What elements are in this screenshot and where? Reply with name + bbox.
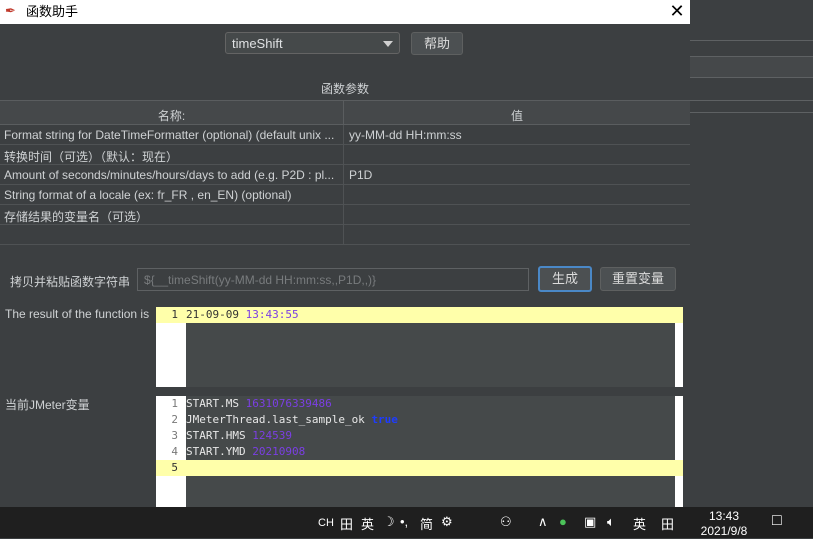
param-name: String format of a locale (ex: fr_FR , e… [4, 188, 292, 202]
function-string-field[interactable]: ${__timeShift(yy-MM-dd HH:mm:ss,,P1D,,)} [137, 268, 529, 291]
param-name: 转换时间（可选）（默认：现在） [4, 150, 179, 164]
dialog-title: 函数助手 [26, 4, 79, 19]
table-row[interactable]: Format string for DateTimeFormatter (opt… [0, 125, 690, 145]
editor-line: 4 START.YMD 20210908 [171, 445, 306, 458]
function-select-value: timeShift [232, 36, 283, 51]
params-title: 函数参数 [320, 82, 369, 96]
generate-button[interactable]: 生成 [538, 266, 592, 292]
result-editor[interactable]: 1 21-09-09 13:43:55 [156, 307, 683, 387]
table-row[interactable]: 存储结果的变量名（可选） [0, 205, 690, 225]
dialog-titlebar: ✒ 函数助手 ✕ [0, 0, 690, 24]
table-row[interactable]: 转换时间（可选）（默认：现在） [0, 145, 690, 165]
param-value[interactable]: yy-MM-dd HH:mm:ss [349, 128, 684, 142]
gear-icon[interactable]: ⚙ [441, 514, 453, 530]
grid-icon[interactable]: 田 [340, 514, 353, 533]
jmeter-vars-editor[interactable]: 1 START.MS 1631076339486 2 JMeterThread.… [156, 396, 683, 507]
ime-ch-indicator[interactable]: CH [318, 517, 334, 529]
params-table-header: 名称: 值 [0, 100, 690, 125]
background-window [690, 0, 813, 507]
reset-variables-button[interactable]: 重置变量 [600, 267, 676, 291]
param-value[interactable]: P1D [349, 168, 684, 182]
feather-icon: ✒ [5, 3, 16, 18]
param-name: Format string for DateTimeFormatter (opt… [4, 128, 335, 142]
param-name: Amount of seconds/minutes/hours/days to … [4, 168, 335, 182]
jmeter-vars-label: 当前JMeter变量 [5, 398, 90, 412]
network-icon[interactable]: ▣ [584, 514, 596, 530]
table-row[interactable]: Amount of seconds/minutes/hours/days to … [0, 165, 690, 185]
editor-line: 2 JMeterThread.last_sample_ok true [171, 413, 398, 426]
notification-icon[interactable]: □ [772, 512, 782, 530]
clock[interactable]: 13:43 2021/9/8 [696, 509, 752, 539]
header-name: 名称: [157, 109, 186, 123]
editor-line: 3 START.HMS 124539 [171, 429, 292, 442]
table-row[interactable]: String format of a locale (ex: fr_FR , e… [0, 185, 690, 205]
wechat-icon[interactable]: ● [559, 514, 567, 529]
editor-line: 1 START.MS 1631076339486 [171, 397, 332, 410]
table-row[interactable] [0, 225, 690, 245]
function-helper-dialog: ✒ 函数助手 ✕ timeShift 帮助 函数参数 名称: 值 Format … [0, 0, 690, 507]
editor-line: 1 21-09-09 13:43:55 [156, 307, 683, 323]
header-value: 值 [510, 109, 523, 123]
ime-english-toggle[interactable]: 英 [361, 514, 374, 533]
clock-date: 2021/9/8 [700, 524, 748, 538]
volume-icon[interactable]: 🔈︎ [607, 514, 615, 530]
chevron-up-icon[interactable]: ∧ [538, 514, 548, 530]
param-name: 存储结果的变量名（可选） [4, 210, 149, 224]
punctuation-icon[interactable]: •, [400, 514, 408, 529]
taskbar: CH 田 英 ☽ •, 简 ⚙ ⚇ ∧ ● ▣ 🔈︎ 英 田 13:43 202… [0, 507, 813, 538]
close-button[interactable]: ✕ [664, 0, 690, 24]
help-button[interactable]: 帮助 [411, 32, 463, 55]
clock-time: 13:43 [708, 509, 740, 523]
language-indicator[interactable]: 英 [633, 514, 646, 533]
copy-label: 拷贝并粘贴函数字符串 [10, 275, 131, 289]
chevron-down-icon [383, 41, 393, 47]
editor-line: 5 [156, 460, 683, 476]
people-icon[interactable]: ⚇ [500, 514, 512, 530]
moon-icon[interactable]: ☽ [383, 514, 395, 530]
grid-icon[interactable]: 田 [661, 514, 674, 533]
ime-simplified-toggle[interactable]: 简 [420, 514, 433, 533]
result-label: The result of the function is [5, 307, 150, 321]
function-select[interactable]: timeShift [225, 32, 400, 54]
